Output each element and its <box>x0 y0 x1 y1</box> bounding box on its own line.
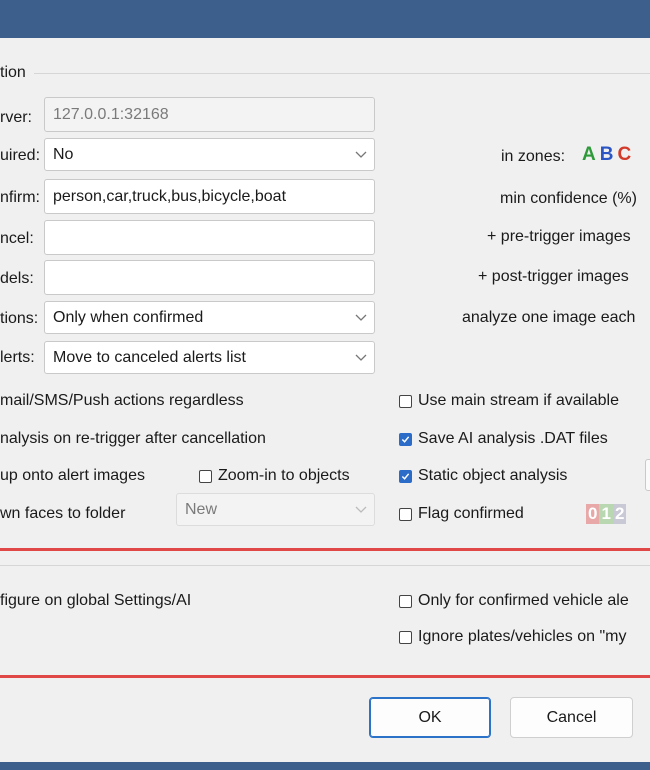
chevron-down-icon <box>354 503 368 517</box>
flag-confirmed-checkbox[interactable]: Flag confirmed <box>399 505 524 523</box>
group-title: tion <box>0 64 26 81</box>
ignore-plates-label: Ignore plates/vehicles on "my <box>418 628 627 645</box>
min-confidence-label: min confidence (%) <box>500 190 637 207</box>
checkbox-checked-icon[interactable] <box>399 469 412 483</box>
checkbox-unchecked-icon[interactable] <box>399 394 412 408</box>
checkbox-unchecked-icon[interactable] <box>399 594 412 608</box>
only-confirmed-label: Only for confirmed vehicle ale <box>418 592 629 609</box>
actions-select[interactable]: Only when confirmed <box>44 301 375 334</box>
actions-value: Only when confirmed <box>53 308 204 326</box>
zoom-in-label: Zoom-in to objects <box>218 467 350 484</box>
in-zones-label: in zones: <box>501 148 566 165</box>
section-divider <box>0 565 650 566</box>
chevron-down-icon <box>354 351 368 365</box>
ok-button[interactable]: OK <box>369 697 491 738</box>
zoom-in-checkbox[interactable]: Zoom-in to objects <box>199 467 350 485</box>
zone-b[interactable]: B <box>600 144 614 166</box>
server-value: 127.0.0.1:32168 <box>53 105 169 123</box>
flag-digit-2[interactable]: 2 <box>612 504 627 524</box>
alerts-value: Move to canceled alerts list <box>53 348 246 366</box>
faces-folder-value: New <box>185 500 218 518</box>
faces-folder-select[interactable]: New <box>176 493 375 526</box>
server-input[interactable]: 127.0.0.1:32168 <box>44 97 375 132</box>
post-trigger-label: + post-trigger images <box>478 268 629 285</box>
static-settings-button[interactable] <box>645 459 650 491</box>
window-titlebar[interactable] <box>0 0 650 38</box>
window-bottom-border <box>0 762 650 770</box>
cancel-label: ncel: <box>0 230 34 247</box>
models-input[interactable] <box>44 260 375 295</box>
pre-trigger-label: + pre-trigger images <box>487 228 631 245</box>
flag-digits[interactable]: 0 1 2 <box>586 504 627 524</box>
save-dat-checkbox[interactable]: Save AI analysis .DAT files <box>399 430 608 448</box>
chevron-down-icon <box>354 311 368 325</box>
alerts-label: lerts: <box>0 349 35 366</box>
required-select[interactable]: No <box>44 138 375 171</box>
actions-regardless-label: mail/SMS/Push actions regardless <box>0 392 244 409</box>
only-confirmed-checkbox[interactable]: Only for confirmed vehicle ale <box>399 592 629 610</box>
main-stream-checkbox[interactable]: Use main stream if available <box>399 392 619 410</box>
models-label: dels: <box>0 270 34 287</box>
checkbox-unchecked-icon[interactable] <box>399 507 412 521</box>
zones-group[interactable]: A B C <box>582 144 631 166</box>
required-label: uired: <box>0 147 41 164</box>
cancel-button[interactable]: Cancel <box>510 697 633 738</box>
confirm-label: nfirm: <box>0 189 40 206</box>
flag-confirmed-label: Flag confirmed <box>418 505 524 522</box>
actions-label: tions: <box>0 310 39 327</box>
checkbox-unchecked-icon[interactable] <box>199 469 212 483</box>
save-dat-label: Save AI analysis .DAT files <box>418 430 608 447</box>
ok-button-label: OK <box>418 708 442 726</box>
main-stream-label: Use main stream if available <box>418 392 619 409</box>
cancel-input[interactable] <box>44 220 375 255</box>
retrigger-label: nalysis on re-trigger after cancellation <box>0 430 266 447</box>
alerts-select[interactable]: Move to canceled alerts list <box>44 341 375 374</box>
configure-ai-label: figure on global Settings/AI <box>0 592 192 609</box>
red-separator <box>0 675 650 678</box>
flag-digit-0[interactable]: 0 <box>586 504 600 524</box>
zone-c[interactable]: C <box>617 144 631 166</box>
chevron-down-icon <box>354 148 368 162</box>
static-analysis-checkbox[interactable]: Static object analysis <box>399 467 567 485</box>
faces-label: wn faces to folder <box>0 505 126 522</box>
zone-a[interactable]: A <box>582 144 596 166</box>
red-separator <box>0 548 650 551</box>
server-label: rver: <box>0 109 32 126</box>
confirm-input[interactable]: person,car,truck,bus,bicycle,boat <box>44 179 375 214</box>
ignore-plates-checkbox[interactable]: Ignore plates/vehicles on "my <box>399 628 626 646</box>
cancel-button-label: Cancel <box>546 708 597 726</box>
confirm-value: person,car,truck,bus,bicycle,boat <box>53 187 287 205</box>
checkbox-unchecked-icon[interactable] <box>399 630 412 644</box>
analyze-each-label: analyze one image each <box>462 309 636 326</box>
required-value: No <box>53 145 74 163</box>
flag-digit-1[interactable]: 1 <box>599 504 613 524</box>
group-divider <box>34 73 650 74</box>
checkbox-checked-icon[interactable] <box>399 432 412 446</box>
static-analysis-label: Static object analysis <box>418 467 568 484</box>
burn-label: up onto alert images <box>0 467 145 484</box>
